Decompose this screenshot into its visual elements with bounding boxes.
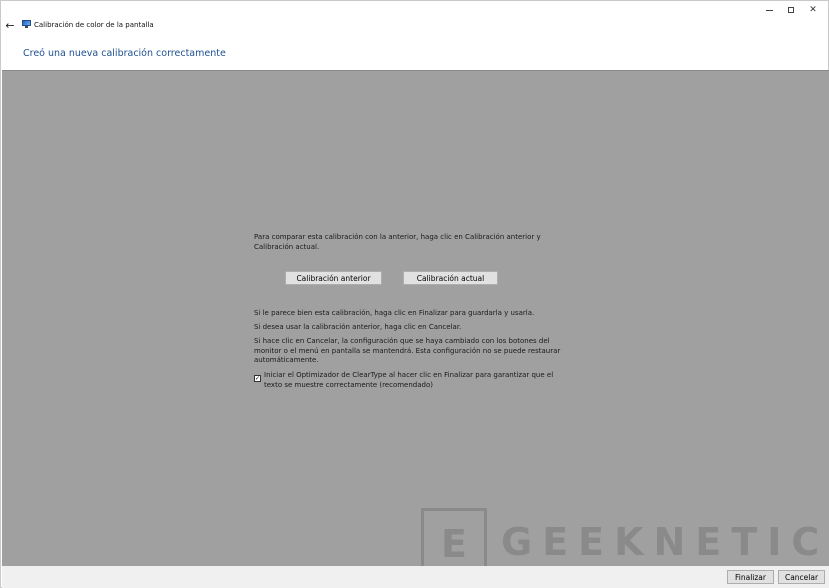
footer-bar xyxy=(2,566,829,588)
current-calibration-button[interactable]: Calibración actual xyxy=(403,271,498,285)
monitor-icon xyxy=(22,20,31,28)
previous-calibration-button[interactable]: Calibración anterior xyxy=(285,271,382,285)
compare-instructions: Para comparar esta calibración con la an… xyxy=(254,233,541,251)
maximize-icon xyxy=(788,7,794,13)
finish-button[interactable]: Finalizar xyxy=(727,570,774,584)
cleartype-checkbox-label[interactable]: Iniciar el Optimizador de ClearType al h… xyxy=(264,371,569,390)
minimize-icon xyxy=(765,9,773,11)
watermark-logo-letter: E xyxy=(441,522,467,566)
maximize-button[interactable] xyxy=(783,4,799,16)
calibration-window: ← Calibración de color de la pantalla ✕ … xyxy=(0,0,829,588)
close-icon: ✕ xyxy=(809,5,817,15)
geeknetic-watermark: E GEEKNETIC xyxy=(421,508,819,572)
close-button[interactable]: ✕ xyxy=(805,4,821,16)
watermark-text: GEEKNETIC xyxy=(501,520,829,564)
back-button[interactable]: ← xyxy=(3,18,17,32)
window-title: Calibración de color de la pantalla xyxy=(34,21,154,29)
arrow-left-icon: ← xyxy=(5,18,15,32)
cleartype-checkbox[interactable]: ✓ xyxy=(254,375,261,382)
page-heading: Creó una nueva calibración correctamente xyxy=(23,48,226,59)
finish-info-text: Si le parece bien esta calibración, haga… xyxy=(254,309,535,317)
restore-warning-text: Si hace clic en Cancelar, la configuraci… xyxy=(254,337,561,364)
minimize-button[interactable] xyxy=(761,4,777,16)
main-content: Para comparar esta calibración con la an… xyxy=(2,70,829,572)
cancel-info-text: Si desea usar la calibración anterior, h… xyxy=(254,323,462,331)
watermark-logo-box: E xyxy=(421,508,487,572)
cancel-button[interactable]: Cancelar xyxy=(778,570,825,584)
title-bar: ← Calibración de color de la pantalla ✕ xyxy=(1,1,828,35)
